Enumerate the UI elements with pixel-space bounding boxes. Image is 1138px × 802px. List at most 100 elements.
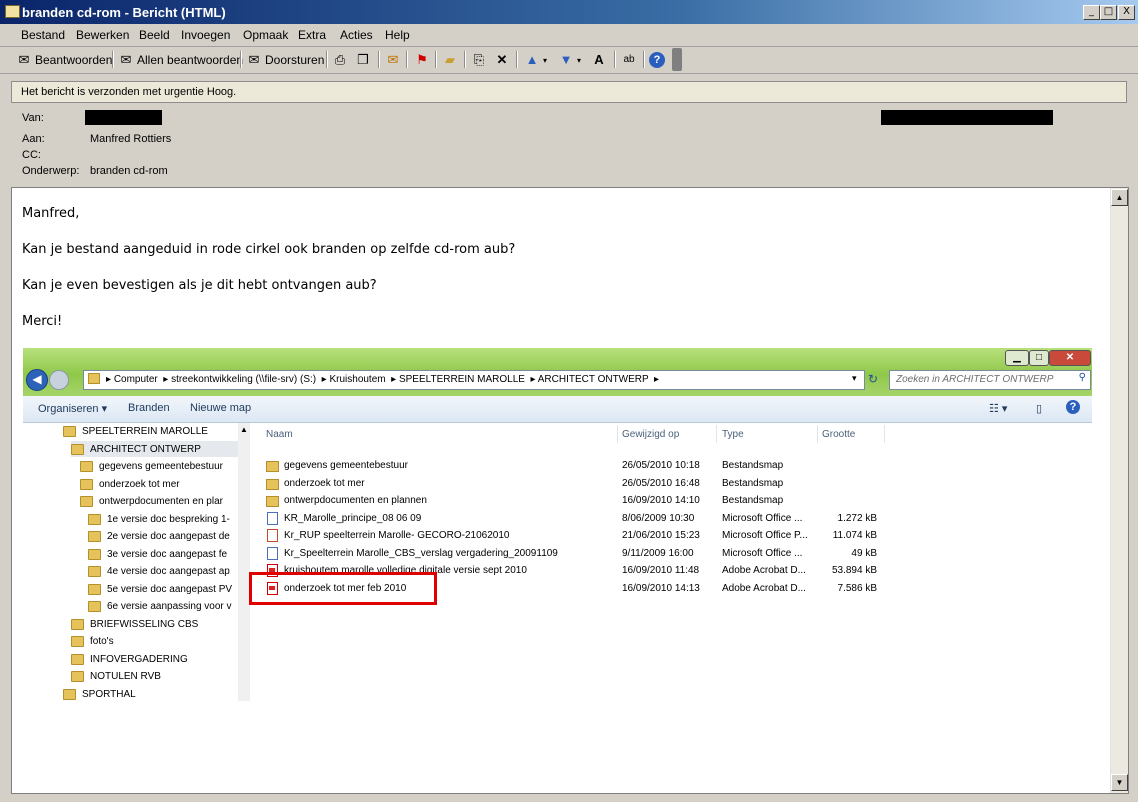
tree-item: 4e versie doc aangepast ap: [88, 563, 230, 579]
print-button[interactable]: ⎙: [332, 50, 351, 70]
help-icon: ?: [1066, 400, 1080, 414]
spell-icon: ab: [623, 54, 635, 65]
from-redacted: [85, 110, 162, 125]
menu-bewerken[interactable]: Bewerken: [76, 28, 129, 42]
breadcrumb: ▸ Computer ▸ streekontwikkeling (\\file-…: [106, 374, 660, 385]
folder-icon: [266, 496, 279, 507]
delete-button[interactable]: ✕: [494, 50, 513, 70]
reply-icon: ✉: [18, 52, 30, 67]
help-button[interactable]: ?: [649, 50, 668, 70]
reply-all-label: Allen beantwoorden: [137, 53, 244, 67]
embedded-explorer-screenshot: ▁ □ ✕ ◀ ▸ Computer ▸ streekontwikkeling …: [23, 348, 1092, 701]
scroll-up-icon: ▲: [240, 425, 248, 434]
previous-item-button[interactable]: ▲ ▾: [524, 50, 547, 70]
tree-item: BRIEFWISSELING CBS: [71, 616, 198, 632]
tree-item: ontwerpdocumenten en plar: [80, 493, 223, 509]
explorer-title-bar: ▁ □ ✕ ◀ ▸ Computer ▸ streekontwikkeling …: [23, 348, 1092, 396]
subject-label: Onderwerp:: [22, 165, 80, 177]
reply-all-button[interactable]: ✉ Allen beantwoorden: [118, 50, 244, 70]
envelope-icon: ✉: [387, 52, 399, 67]
spell-button[interactable]: ab: [621, 50, 640, 70]
col-size: Grootte: [822, 429, 856, 440]
reply-button[interactable]: ✉ Beantwoorden: [16, 50, 113, 70]
tree-item: 2e versie doc aangepast de: [88, 528, 230, 544]
tree-item: foto's: [71, 633, 114, 649]
copy-icon: ❐: [357, 52, 369, 67]
menu-bestand[interactable]: Bestand: [21, 28, 65, 42]
word-doc-icon: [267, 547, 278, 560]
up-arrow-icon: ▲: [525, 52, 539, 67]
down-arrow-icon: ▼: [559, 52, 573, 67]
col-modified: Gewijzigd op: [622, 429, 680, 440]
tree-item-selected: ARCHITECT ONTWERP: [71, 441, 238, 457]
tree-item: 3e versie doc aangepast fe: [88, 546, 227, 562]
open-folder-button[interactable]: ▰: [442, 50, 461, 70]
scroll-up-arrow-icon[interactable]: ▲: [1111, 189, 1128, 206]
file-row: Kr_RUP speelterrein Marolle- GECORO-2106…: [251, 527, 1092, 544]
word-doc-icon: [267, 512, 278, 525]
explorer-maximize-icon: □: [1029, 350, 1049, 366]
explorer-command-bar: Organiseren ▾ Branden Nieuwe map ☷ ▾ ▯ ?: [23, 396, 1092, 423]
explorer-close-icon: ✕: [1049, 350, 1091, 366]
message-body[interactable]: Manfred, Kan je bestand aangeduid in rod…: [11, 187, 1129, 794]
toolbar-overflow[interactable]: [672, 48, 682, 71]
back-arrow-icon: ◀: [26, 369, 48, 391]
delete-icon: ✕: [496, 52, 508, 67]
tree-item: 6e versie aanpassing voor v: [88, 598, 232, 614]
tree-item: gegevens gemeentebestuur: [80, 458, 223, 474]
from-label: Van:: [22, 112, 44, 124]
menu-beeld[interactable]: Beeld: [139, 28, 170, 42]
closing: Merci!: [22, 314, 63, 329]
scroll-down-arrow-icon[interactable]: ▼: [1111, 774, 1128, 791]
tree-item: onderzoek tot mer: [80, 476, 180, 492]
search-icon: ⚲: [1078, 372, 1086, 383]
font-size-button[interactable]: A: [591, 50, 610, 70]
menu-help[interactable]: Help: [385, 28, 410, 42]
file-row: gegevens gemeentebestuur 26/05/2010 10:1…: [251, 457, 1092, 474]
menu-opmaak[interactable]: Opmaak: [243, 28, 288, 42]
col-type: Type: [722, 429, 744, 440]
next-item-button[interactable]: ▼ ▾: [558, 50, 581, 70]
folder-icon: [266, 479, 279, 490]
file-row: KR_Marolle_principe_08 06 09 8/06/2009 1…: [251, 510, 1092, 527]
copy-button[interactable]: ❐: [355, 50, 374, 70]
tree-item: 1e versie doc bespreking 1-: [88, 511, 230, 527]
menu-acties[interactable]: Acties: [340, 28, 373, 42]
explorer-minimize-icon: ▁: [1005, 350, 1029, 366]
file-row: Kr_Speelterrein Marolle_CBS_verslag verg…: [251, 545, 1092, 562]
menu-bar: Bestand Bewerken Beeld Invoegen Opmaak E…: [0, 24, 1138, 47]
open-folder-icon: ▰: [445, 52, 455, 67]
file-row: onderzoek tot mer 26/05/2010 16:48 Besta…: [251, 475, 1092, 492]
to-value[interactable]: Manfred Rottiers: [90, 133, 171, 145]
move-button[interactable]: ⎘: [471, 50, 490, 70]
menu-invoegen[interactable]: Invoegen: [181, 28, 230, 42]
vertical-scrollbar[interactable]: ▲ ▼: [1110, 188, 1128, 793]
forward-button[interactable]: ✉ Doorsturen: [246, 50, 325, 70]
cmd-burn: Branden: [128, 402, 170, 414]
address-bar: ▸ Computer ▸ streekontwikkeling (\\file-…: [83, 370, 865, 390]
mark-unread-button[interactable]: ✉: [385, 50, 404, 70]
maximize-button[interactable]: □: [1100, 5, 1117, 20]
window-title: branden cd-rom - Bericht (HTML): [22, 5, 226, 20]
to-label: Aan:: [22, 133, 45, 145]
tree-item: INFOVERGADERING: [71, 651, 188, 667]
greeting: Manfred,: [22, 206, 80, 221]
body-line-1: Kan je bestand aangeduid in rode cirkel …: [22, 242, 516, 257]
minimize-button[interactable]: _: [1083, 5, 1100, 20]
folder-icon: [88, 373, 100, 384]
preview-pane-icon: ▯: [1036, 403, 1043, 415]
powerpoint-icon: [267, 529, 278, 542]
forward-icon: ✉: [248, 52, 260, 67]
view-options-icon: ☷ ▾: [989, 403, 1008, 415]
menu-extra[interactable]: Extra: [298, 28, 326, 42]
subject-value: branden cd-rom: [90, 165, 168, 177]
flag-button[interactable]: ⚑: [414, 50, 433, 70]
cmd-new-folder: Nieuwe map: [190, 402, 252, 414]
forward-arrow-icon: [49, 370, 69, 390]
close-button[interactable]: X: [1118, 5, 1135, 20]
explorer-nav-tree: SPEELTERREIN MAROLLE ARCHITECT ONTWERP g…: [23, 423, 239, 701]
body-line-2: Kan je even bevestigen als je dit hebt o…: [22, 278, 377, 293]
title-bar: branden cd-rom - Bericht (HTML) _ □ X: [0, 0, 1138, 24]
flag-icon: ⚑: [416, 52, 428, 67]
col-name: Naam: [266, 429, 293, 440]
